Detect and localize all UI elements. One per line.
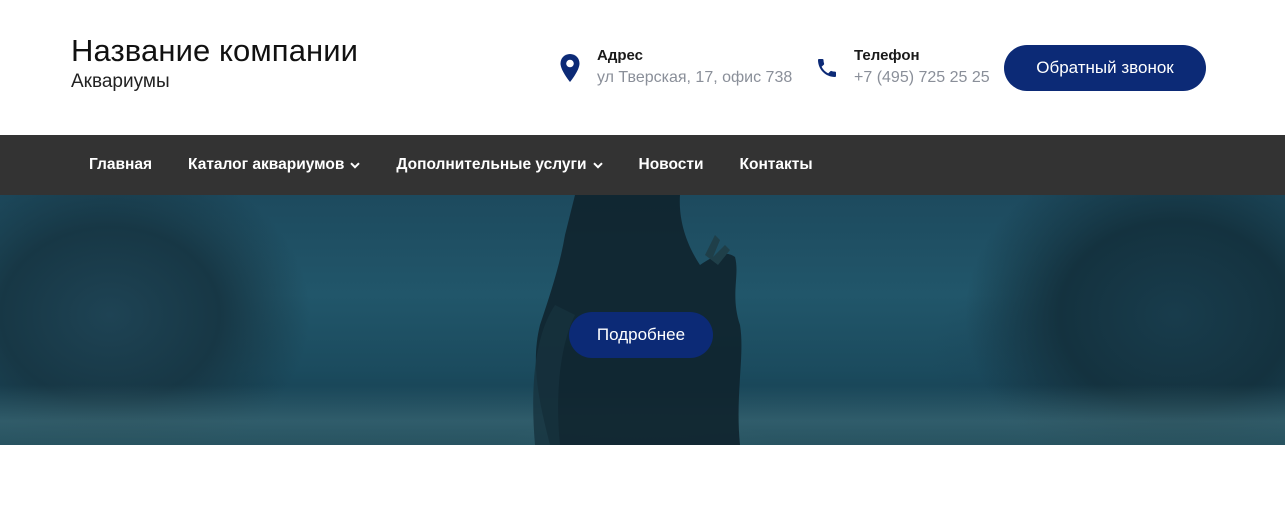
company-tagline: Аквариумы bbox=[71, 71, 170, 92]
hero-banner: Подробнее bbox=[0, 195, 1285, 445]
more-button[interactable]: Подробнее bbox=[569, 312, 713, 358]
nav-item-label: Дополнительные услуги bbox=[396, 156, 587, 173]
nav-item-news[interactable]: Новости bbox=[621, 135, 722, 195]
phone-value[interactable]: +7 (495) 725 25 25 bbox=[854, 67, 990, 89]
site-header: Название компании Аквариумы Адрес ул Тве… bbox=[0, 0, 1285, 135]
nav-item-services[interactable]: Дополнительные услуги bbox=[378, 135, 620, 195]
address-value: ул Тверская, 17, офис 738 bbox=[597, 69, 793, 86]
nav-item-label: Новости bbox=[638, 156, 704, 173]
brand[interactable]: Название компании Аквариумы bbox=[71, 34, 358, 94]
address-block: Адрес ул Тверская, 17, офис 738 bbox=[557, 46, 792, 89]
nav-item-label: Каталог аквариумов bbox=[188, 156, 345, 173]
phone-block: Телефон +7 (495) 725 25 25 bbox=[814, 46, 990, 89]
main-nav: Главная Каталог аквариумов Дополнительны… bbox=[0, 135, 1285, 195]
nav-item-home[interactable]: Главная bbox=[71, 135, 170, 195]
company-name[interactable]: Название компании bbox=[71, 34, 358, 68]
nav-item-label: Контакты bbox=[739, 156, 813, 173]
nav-item-label: Главная bbox=[89, 156, 153, 173]
nav-item-catalog[interactable]: Каталог аквариумов bbox=[170, 135, 378, 195]
nav-item-contacts[interactable]: Контакты bbox=[722, 135, 831, 195]
callback-button[interactable]: Обратный звонок bbox=[1004, 45, 1206, 91]
address-label: Адрес bbox=[597, 47, 644, 64]
chevron-down-icon bbox=[350, 161, 361, 169]
chevron-down-icon bbox=[592, 161, 603, 169]
phone-icon bbox=[814, 50, 840, 86]
map-pin-icon bbox=[557, 50, 583, 86]
phone-label: Телефон bbox=[854, 47, 920, 64]
